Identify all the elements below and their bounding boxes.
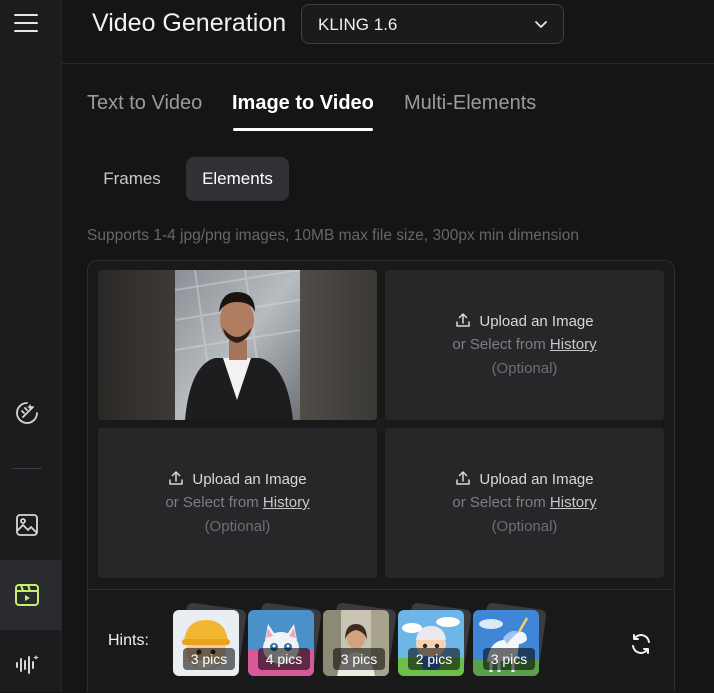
history-link[interactable]: History	[263, 494, 310, 511]
audio-wave-icon[interactable]	[12, 650, 42, 680]
refresh-icon[interactable]	[629, 632, 653, 656]
hint-card[interactable]: 3 pics	[323, 602, 397, 676]
upload-image-label: Upload an Image	[479, 471, 594, 488]
uploaded-image-slot[interactable]	[98, 270, 377, 420]
image-icon[interactable]	[12, 510, 42, 540]
upload-requirements-text: Supports 1-4 jpg/png images, 10MB max fi…	[87, 227, 579, 244]
page-title: Video Generation	[92, 9, 287, 37]
tab-image-to-video[interactable]: Image to Video	[232, 92, 374, 115]
menu-icon[interactable]	[14, 12, 40, 34]
hint-count: 4 pics	[258, 648, 310, 670]
model-select-value: KLING 1.6	[318, 15, 398, 34]
upload-icon	[455, 312, 471, 332]
subtab-frames[interactable]: Frames	[87, 157, 177, 201]
sidebar-divider	[12, 468, 42, 469]
upload-slot-3[interactable]: Upload an Image or Select from History (…	[98, 428, 377, 578]
uploaded-photo	[175, 270, 300, 420]
upload-icon	[168, 470, 184, 490]
select-from-label: or Select from	[165, 494, 263, 511]
hint-card[interactable]: 3 pics	[173, 602, 247, 676]
upload-slot-2[interactable]: Upload an Image or Select from History (…	[385, 270, 664, 420]
history-link[interactable]: History	[550, 494, 597, 511]
upload-image-label: Upload an Image	[479, 313, 594, 330]
upload-slot-4[interactable]: Upload an Image or Select from History (…	[385, 428, 664, 578]
hint-card[interactable]: 3 pics	[473, 602, 547, 676]
video-icon[interactable]	[12, 580, 42, 610]
hint-count: 3 pics	[183, 648, 235, 670]
hint-card[interactable]: 2 pics	[398, 602, 472, 676]
grid-center-handle	[375, 417, 389, 431]
upload-icon	[455, 470, 471, 490]
header: Video Generation KLING 1.6	[62, 0, 714, 64]
hints-label: Hints:	[108, 632, 149, 649]
hints-bar: Hints: 3 pics 4 pics 3 pics 2 pics 3 pic…	[88, 589, 674, 693]
model-select[interactable]: KLING 1.6	[301, 4, 564, 44]
optional-label: (Optional)	[491, 360, 558, 377]
sidebar	[0, 0, 62, 692]
hint-count: 3 pics	[333, 648, 385, 670]
tab-text-to-video[interactable]: Text to Video	[87, 92, 202, 115]
subtab-elements[interactable]: Elements	[186, 157, 289, 201]
hint-count: 3 pics	[483, 648, 535, 670]
select-from-label: or Select from	[452, 494, 550, 511]
select-from-label: or Select from	[452, 336, 550, 353]
optional-label: (Optional)	[491, 518, 558, 535]
magic-brush-icon[interactable]	[12, 398, 42, 428]
chevron-down-icon	[533, 16, 549, 37]
tab-multi-elements[interactable]: Multi-Elements	[404, 92, 536, 115]
upload-panel: Upload an Image or Select from History (…	[87, 260, 675, 692]
hint-count: 2 pics	[408, 648, 460, 670]
optional-label: (Optional)	[204, 518, 271, 535]
history-link[interactable]: History	[550, 336, 597, 353]
hint-card[interactable]: 4 pics	[248, 602, 322, 676]
upload-image-label: Upload an Image	[192, 471, 307, 488]
active-tab-indicator	[233, 128, 373, 131]
